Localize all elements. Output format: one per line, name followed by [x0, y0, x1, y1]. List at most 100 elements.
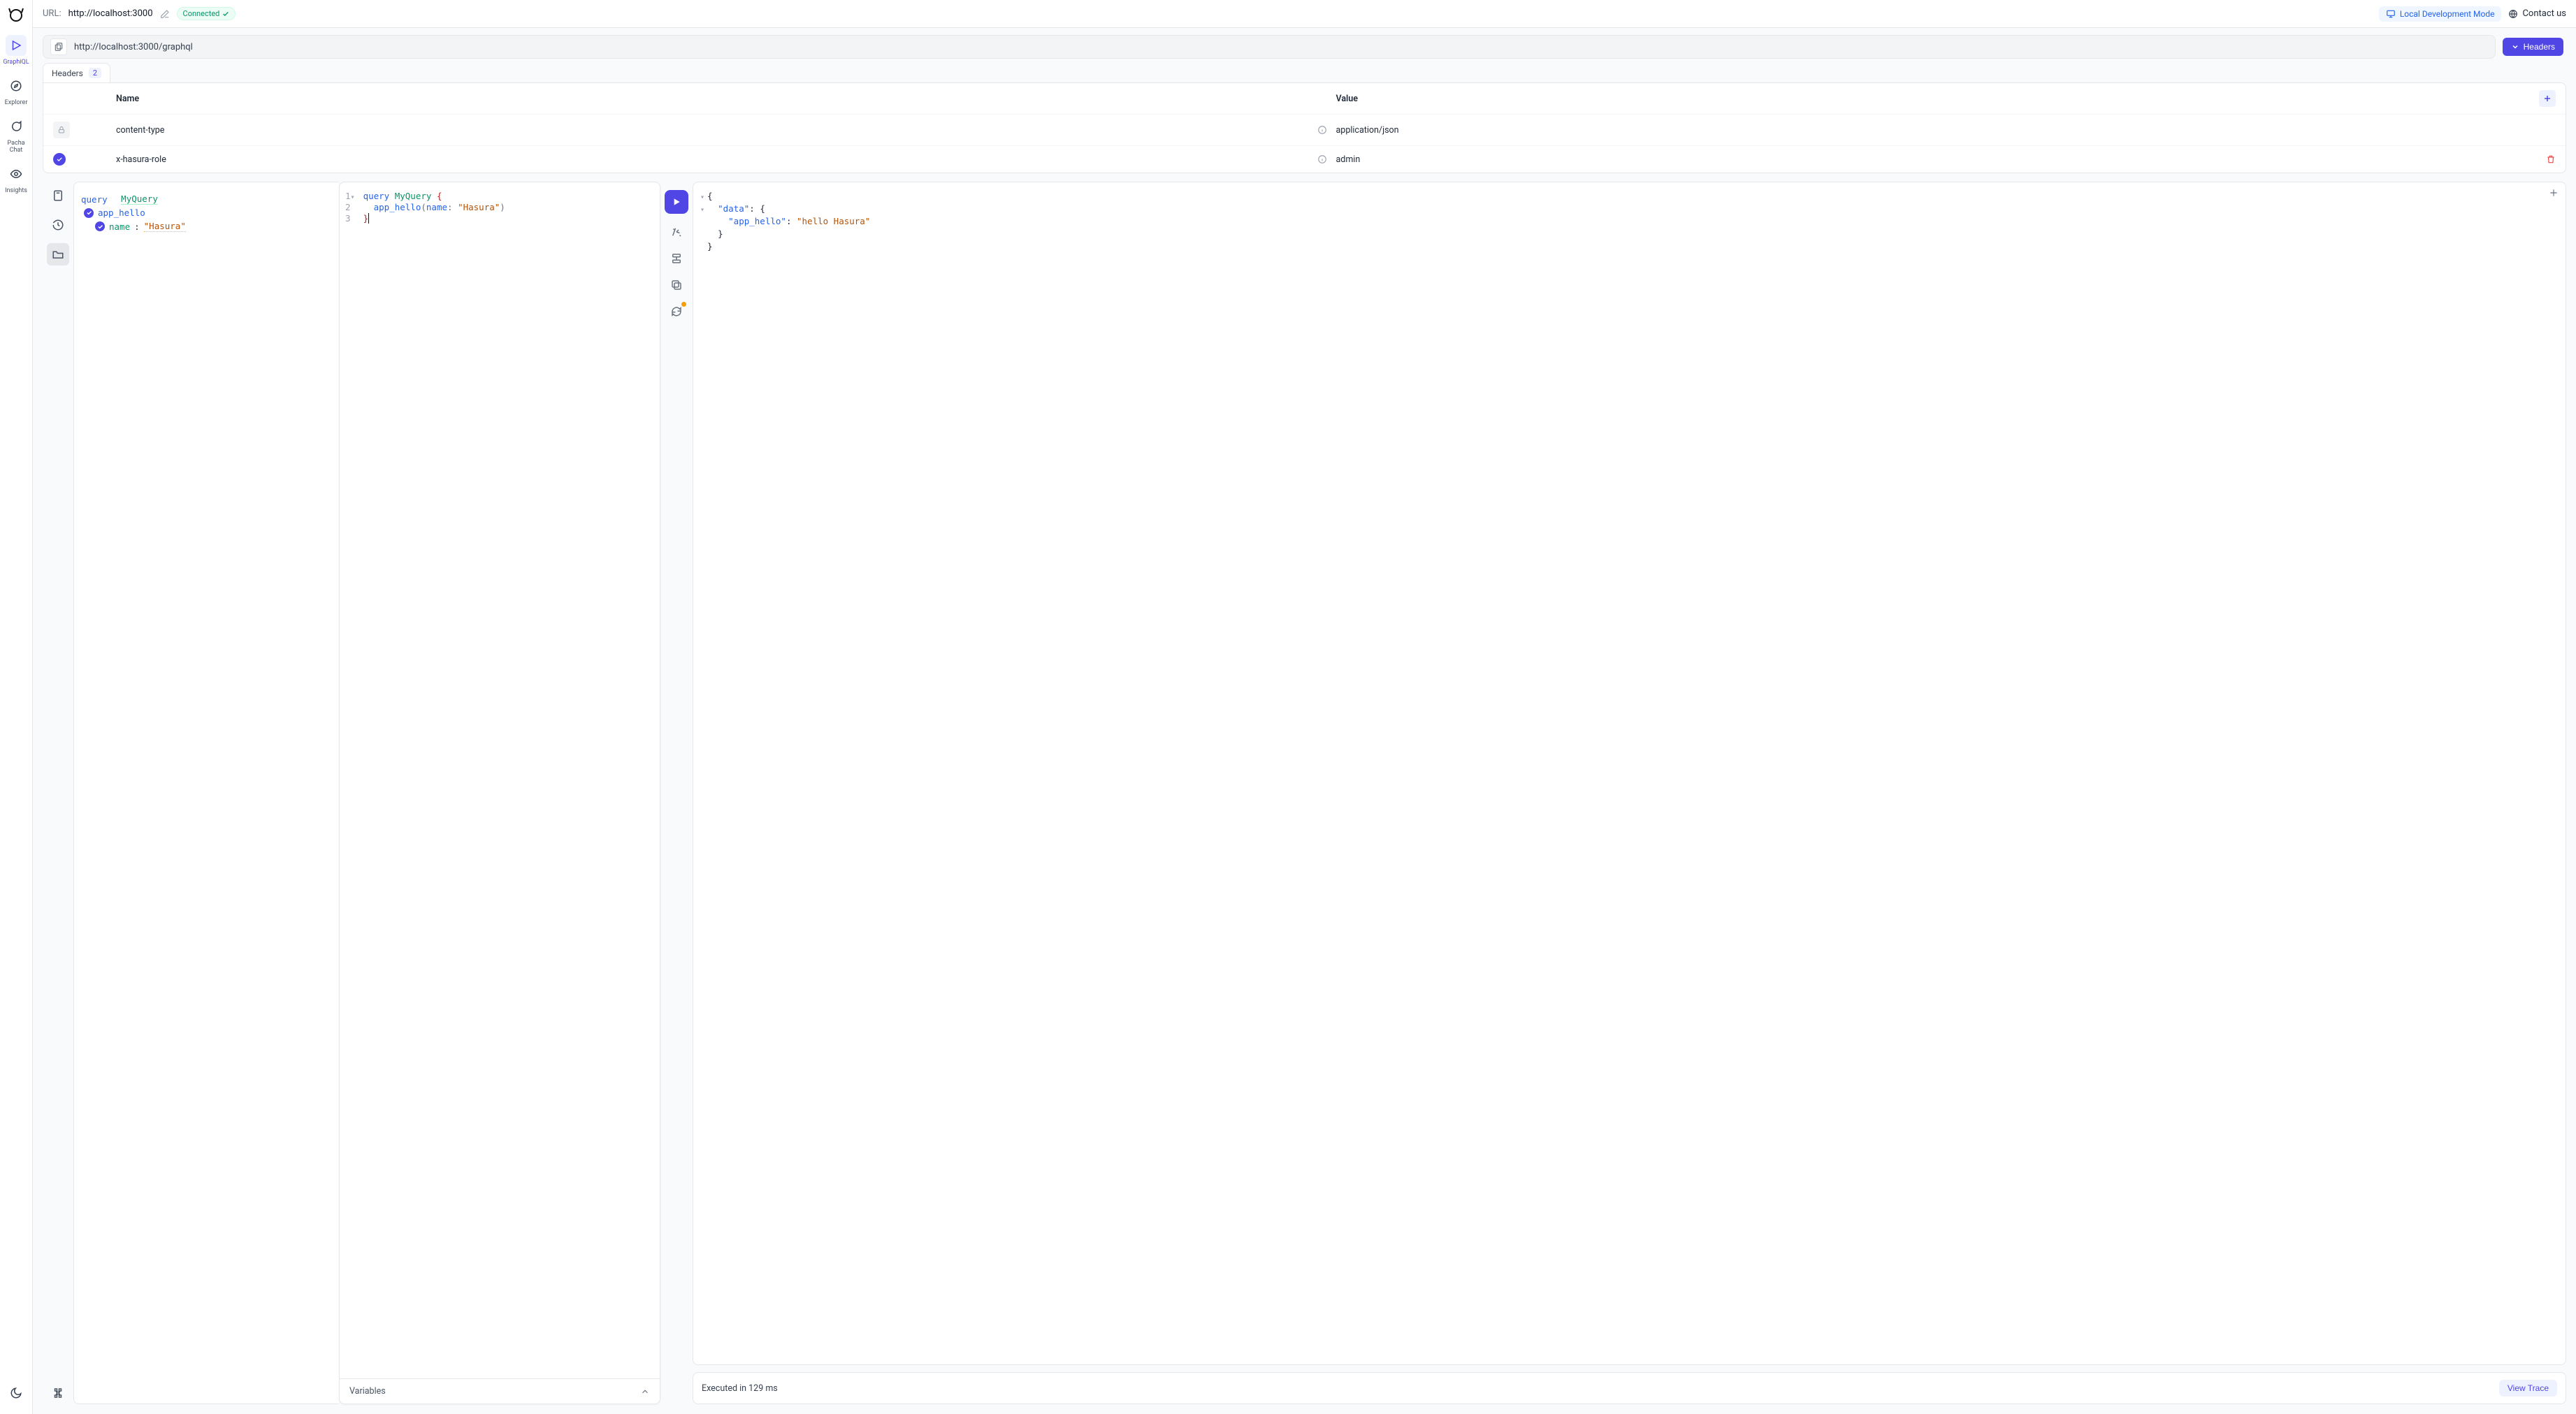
sidebar-label: Insights [5, 187, 27, 194]
query-editor[interactable]: 1▾ 2 3 query MyQuery { app_hello(name: "… [340, 182, 660, 1378]
sidebar-item-pacha-chat[interactable]: Pacha Chat [1, 110, 31, 158]
sidebar-item-explorer[interactable]: Explorer [1, 70, 31, 110]
tok: : [447, 202, 458, 212]
main: URL: http://localhost:3000 Connected Loc… [33, 0, 2576, 1414]
prettify-icon[interactable] [668, 224, 685, 240]
tok: : [786, 216, 797, 226]
play-icon [6, 35, 27, 56]
tok: { [707, 191, 713, 201]
local-dev-mode-badge[interactable]: Local Development Mode [2379, 6, 2502, 22]
folder-icon[interactable] [47, 243, 69, 265]
editor-pane: 1▾ 2 3 query MyQuery { app_hello(name: "… [339, 182, 660, 1404]
endpoint-text: http://localhost:3000/graphql [74, 42, 193, 52]
explorer-query-name[interactable]: MyQuery [121, 194, 158, 205]
line-number: 2 [345, 202, 351, 212]
header-name[interactable]: x-hasura-role [116, 154, 1308, 165]
topbar: URL: http://localhost:3000 Connected Loc… [33, 0, 2576, 28]
line-number: 3 [345, 213, 351, 224]
tok: MyQuery [395, 191, 437, 201]
line-number: 1 [345, 191, 351, 201]
explorer-arg-name[interactable]: name [109, 221, 130, 232]
workbench: query MyQuery app_hello name: "Hasura" [33, 173, 2576, 1414]
checkbox-checked-icon[interactable] [95, 221, 105, 231]
explorer-arg-value[interactable]: "Hasura" [144, 221, 186, 232]
header-row: x-hasura-role admin [43, 146, 2566, 173]
tok: } [363, 213, 369, 224]
explorer-field[interactable]: app_hello [98, 207, 145, 218]
tok [707, 216, 728, 226]
tok: : [749, 203, 760, 214]
checkbox-checked-icon[interactable] [53, 153, 66, 166]
endpoint-row: http://localhost:3000/graphql Headers [33, 28, 2576, 63]
col-header-name: Name [116, 94, 1308, 104]
chat-icon [6, 116, 27, 137]
info-icon[interactable] [1308, 154, 1336, 164]
copy-icon[interactable] [668, 277, 685, 293]
tok: "data" [718, 203, 749, 214]
keyboard-shortcuts-icon[interactable] [47, 1382, 69, 1404]
globe-icon [2508, 9, 2518, 19]
run-query-button[interactable] [665, 190, 688, 214]
checkbox-checked-icon[interactable] [84, 208, 94, 218]
tok: ( [421, 202, 426, 212]
edit-url-icon[interactable] [160, 9, 170, 19]
headers-button[interactable]: Headers [2503, 38, 2563, 56]
docs-icon[interactable] [47, 184, 69, 207]
sep: : [134, 221, 140, 232]
tok [363, 202, 374, 212]
editor-actions [660, 182, 693, 1404]
add-tab-button[interactable] [2549, 188, 2559, 198]
variables-toggle[interactable]: Variables [340, 1378, 660, 1404]
merge-icon[interactable] [668, 250, 685, 267]
fold-icon[interactable]: ▾ [351, 194, 358, 201]
info-icon[interactable] [1308, 125, 1336, 135]
workbench-rail [43, 182, 73, 1404]
chevron-up-icon [640, 1387, 650, 1397]
contact-label: Contact us [2522, 8, 2566, 19]
history-icon[interactable] [47, 214, 69, 236]
refresh-icon[interactable] [668, 303, 685, 320]
sidebar-item-insights[interactable]: Insights [1, 158, 31, 198]
header-name[interactable]: content-type [116, 125, 1308, 136]
contact-us-link[interactable]: Contact us [2508, 8, 2566, 19]
theme-toggle-icon[interactable] [5, 1382, 27, 1404]
clipboard-icon[interactable] [50, 38, 67, 55]
url-value: http://localhost:3000 [68, 8, 153, 19]
view-trace-button[interactable]: View Trace [2499, 1380, 2557, 1397]
explorer-query-kw: query [81, 194, 108, 205]
compass-icon [6, 75, 27, 96]
notification-dot-icon [681, 302, 686, 307]
fold-icon[interactable]: ▾ [700, 206, 707, 214]
tab-label: Headers [52, 68, 83, 78]
fold-icon[interactable]: ▾ [700, 194, 707, 201]
tok [707, 228, 718, 239]
sidebar: GraphiQL Explorer Pacha Chat Insights [0, 0, 33, 1414]
add-header-button[interactable] [2539, 90, 2556, 107]
execution-time-label: Executed in 129 ms [702, 1383, 778, 1394]
endpoint-input[interactable]: http://localhost:3000/graphql [43, 35, 2496, 59]
sidebar-label: Pacha Chat [1, 140, 31, 154]
sidebar-item-graphiql[interactable]: GraphiQL [1, 29, 31, 70]
tok: { [437, 191, 442, 201]
delete-header-button[interactable] [2528, 154, 2556, 164]
tok: name [426, 202, 447, 212]
lock-icon [53, 122, 70, 138]
chevron-down-icon [2511, 43, 2519, 51]
result-pane[interactable]: ▾{ ▾ "data": { "app_hello": "hello Hasur… [693, 182, 2566, 1365]
tok: { [760, 203, 765, 214]
tok: } [718, 228, 723, 239]
url-label: URL: [43, 8, 61, 19]
tok: "Hasura" [458, 202, 500, 212]
tok: ) [500, 202, 505, 212]
header-value[interactable]: admin [1336, 154, 2528, 165]
header-value[interactable]: application/json [1336, 125, 2528, 136]
eye-icon [6, 163, 27, 184]
result-column: ▾{ ▾ "data": { "app_hello": "hello Hasur… [693, 182, 2566, 1404]
monitor-icon [2386, 9, 2396, 19]
tab-headers[interactable]: Headers 2 [43, 63, 110, 82]
connected-label: Connected [183, 9, 220, 18]
logo-icon [8, 6, 24, 22]
local-mode-label: Local Development Mode [2400, 9, 2495, 19]
headers-panel: Headers 2 Name Value content-type [33, 63, 2576, 173]
tok: query [363, 191, 395, 201]
